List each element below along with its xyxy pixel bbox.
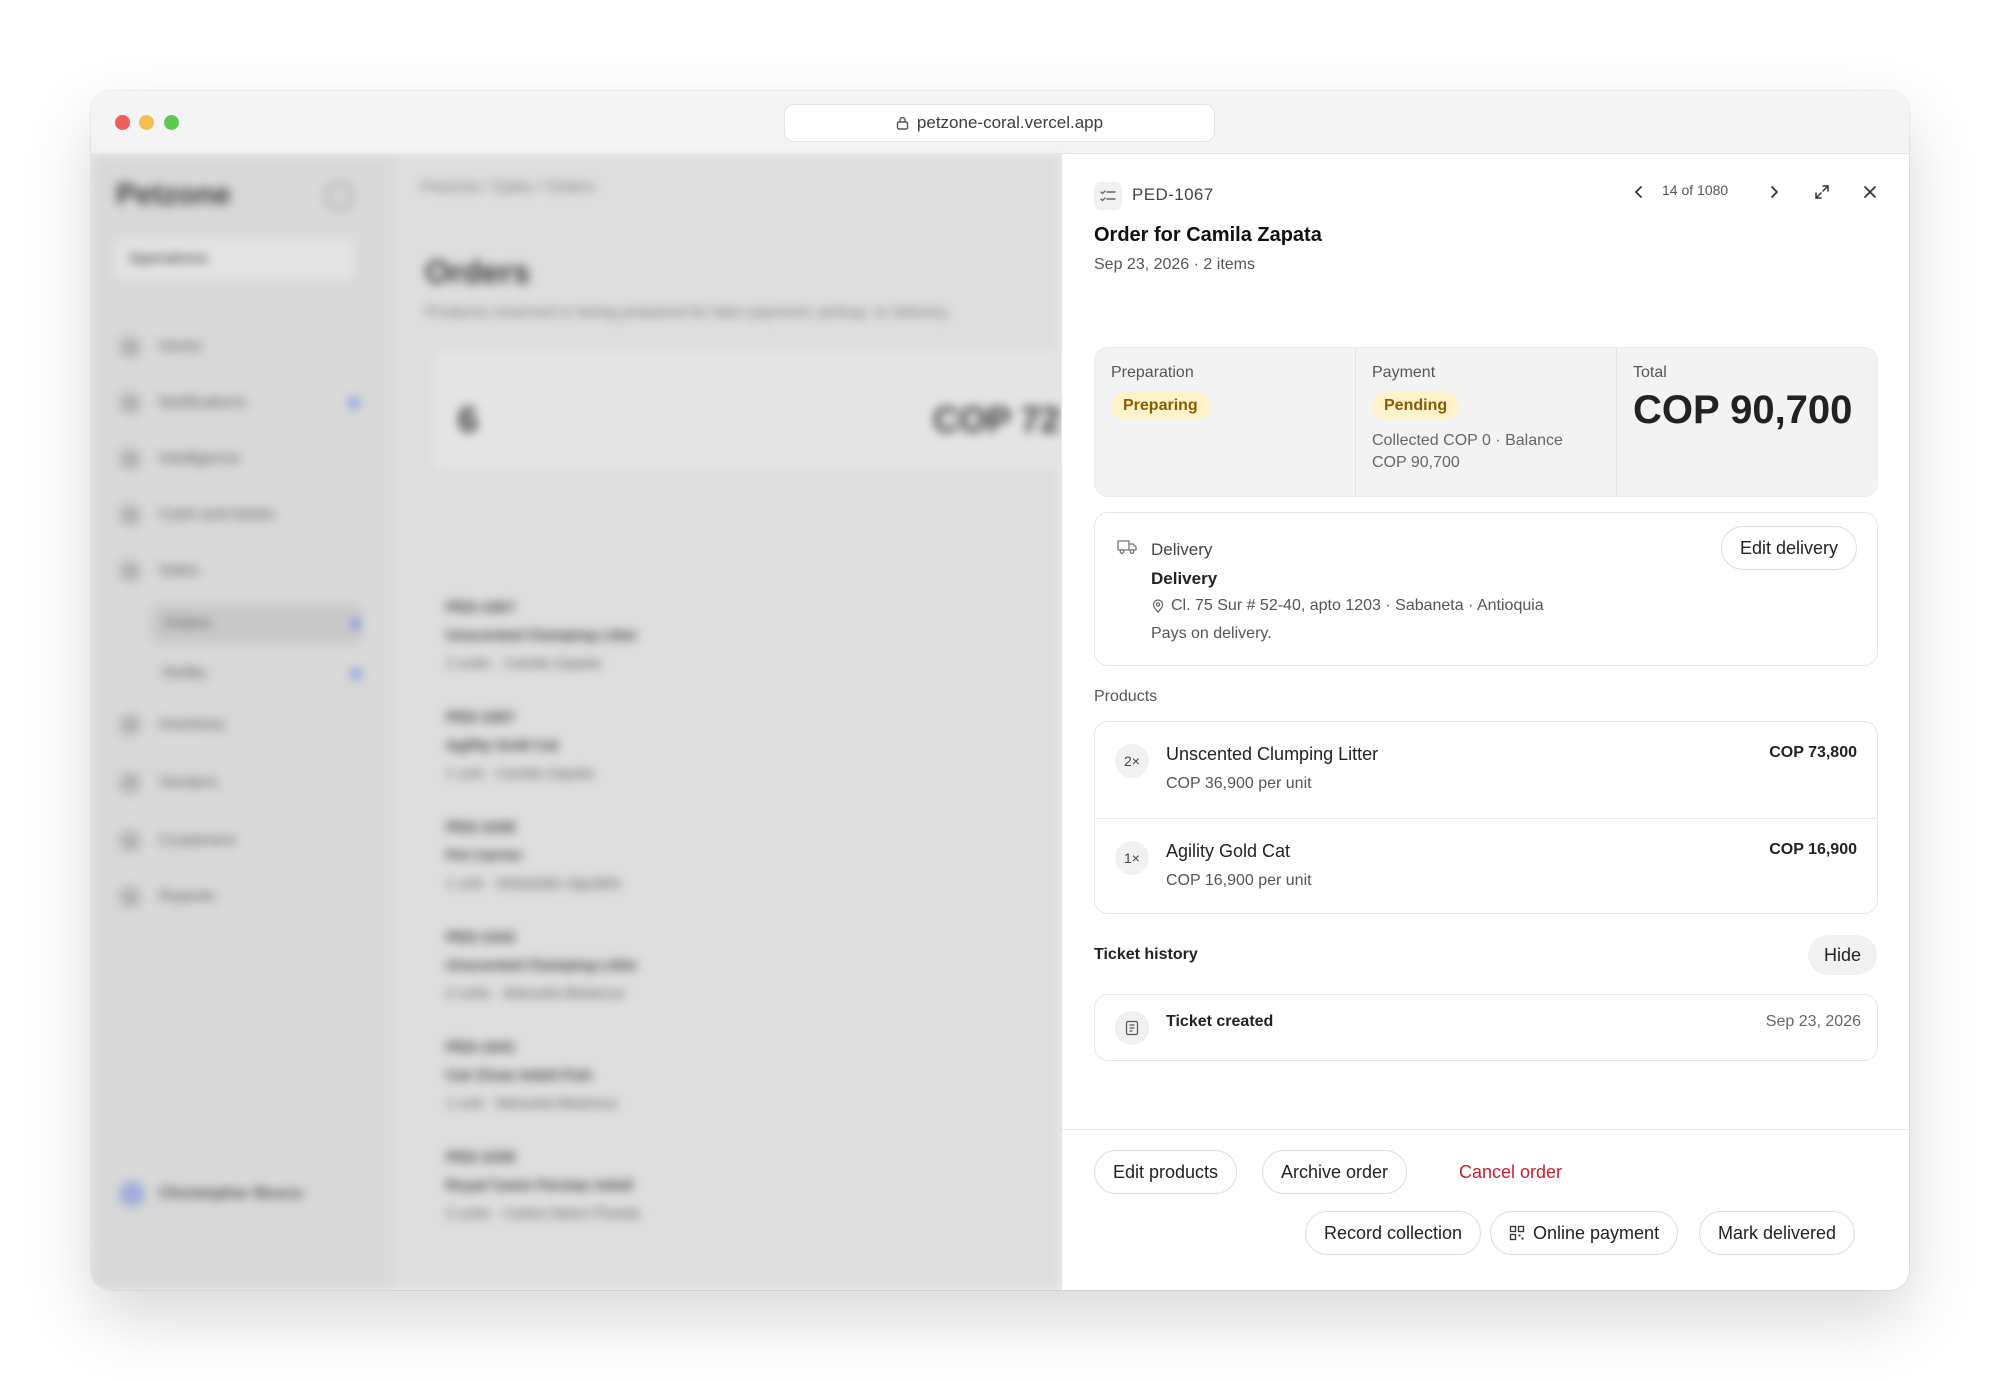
- order-detail-drawer: PED-1067 14 of 1080 Order for Camila Zap…: [1061, 154, 1909, 1290]
- record-collection-button[interactable]: Record collection: [1305, 1211, 1482, 1255]
- delivery-type: Delivery: [1151, 569, 1218, 588]
- order-summary: Preparation Preparing Payment Pending Co…: [1094, 347, 1878, 497]
- history-event: Ticket created: [1166, 1013, 1274, 1030]
- next-order-button[interactable]: [1759, 177, 1789, 207]
- delivery-address-row: Cl. 75 Sur # 52-40, apto 1203 · Sabaneta…: [1151, 597, 1544, 615]
- receipt-icon: [1115, 1011, 1149, 1045]
- total-value: COP 90,700: [1633, 388, 1853, 432]
- product-name: Agility Gold Cat: [1166, 841, 1291, 861]
- list-item: 2× Unscented Clumping Litter COP 36,900 …: [1095, 722, 1877, 818]
- product-name: Unscented Clumping Litter: [1166, 744, 1379, 764]
- online-payment-label: Online payment: [1533, 1222, 1660, 1243]
- online-payment-button[interactable]: Online payment: [1490, 1211, 1679, 1255]
- collected-balance: Collected COP 0 · Balance COP 90,700: [1372, 432, 1563, 471]
- location-pin-icon: [1152, 599, 1164, 613]
- payment-status-badge: Pending: [1372, 392, 1460, 420]
- hide-history-button[interactable]: Hide: [1807, 935, 1877, 975]
- modal-backdrop[interactable]: [91, 154, 1061, 1290]
- address-bar[interactable]: petzone-coral.vercel.app: [784, 104, 1215, 142]
- products-list: 2× Unscented Clumping Litter COP 36,900 …: [1094, 721, 1878, 914]
- edit-delivery-button[interactable]: Edit delivery: [1720, 526, 1857, 570]
- order-subtitle: Sep 23, 2026 · 2 items: [1094, 256, 1255, 273]
- close-drawer-button[interactable]: [1855, 177, 1885, 207]
- truck-icon: [1117, 540, 1137, 554]
- product-line-total: COP 16,900: [1769, 841, 1857, 858]
- mark-delivered-button[interactable]: Mark delivered: [1699, 1211, 1856, 1255]
- order-id: PED-1067: [1132, 185, 1214, 204]
- maximize-window-button[interactable]: [164, 115, 179, 130]
- close-window-button[interactable]: [115, 115, 130, 130]
- ticket-history-label: Ticket history: [1094, 946, 1198, 963]
- product-line-total: COP 73,800: [1769, 744, 1857, 761]
- history-list: Ticket created Sep 23, 2026: [1094, 994, 1878, 1061]
- quantity-badge: 1×: [1115, 841, 1149, 875]
- products-section-label: Products: [1094, 688, 1158, 705]
- preparation-label: Preparation: [1111, 364, 1194, 381]
- preparation-status-badge: Preparing: [1111, 392, 1210, 420]
- close-icon: [1864, 186, 1876, 198]
- cancel-order-button[interactable]: Cancel order: [1447, 1150, 1574, 1194]
- product-unit-price: COP 36,900 per unit: [1166, 775, 1312, 792]
- quantity-badge: 2×: [1115, 744, 1149, 778]
- delivery-card: Delivery Delivery Cl. 75 Sur # 52-40, ap…: [1094, 512, 1878, 666]
- browser-titlebar: petzone-coral.vercel.app: [91, 91, 1909, 154]
- drawer-footer: Edit products Archive order Cancel order…: [1062, 1129, 1909, 1290]
- previous-order-button[interactable]: [1624, 177, 1654, 207]
- url-text: petzone-coral.vercel.app: [916, 113, 1104, 132]
- chevron-left-icon: [1635, 186, 1642, 198]
- minimize-window-button[interactable]: [139, 115, 154, 130]
- expand-button[interactable]: [1807, 177, 1837, 207]
- total-label: Total: [1633, 364, 1667, 381]
- preparation-cell: Preparation Preparing: [1095, 348, 1356, 496]
- delivery-section-label: Delivery: [1151, 540, 1213, 559]
- delivery-address: Cl. 75 Sur # 52-40, apto 1203 · Sabaneta…: [1171, 597, 1544, 614]
- lock-icon: [896, 116, 909, 130]
- order-title: Order for Camila Zapata: [1094, 224, 1322, 246]
- chevron-right-icon: [1771, 186, 1778, 198]
- total-cell: Total COP 90,700: [1617, 348, 1877, 496]
- list-item: 1× Agility Gold Cat COP 16,900 per unit …: [1095, 818, 1877, 914]
- browser-window: petzone-coral.vercel.app Petzone Operati…: [91, 91, 1909, 1290]
- expand-icon: [1815, 185, 1829, 199]
- order-counter: 14 of 1080: [1662, 182, 1729, 198]
- edit-products-button[interactable]: Edit products: [1094, 1150, 1238, 1194]
- history-date: Sep 23, 2026: [1765, 1013, 1861, 1030]
- order-list-icon: [1094, 182, 1122, 210]
- product-unit-price: COP 16,900 per unit: [1166, 872, 1312, 889]
- payment-cell: Payment Pending Collected COP 0 · Balanc…: [1356, 348, 1617, 496]
- delivery-payment-note: Pays on delivery.: [1151, 625, 1272, 642]
- archive-order-button[interactable]: Archive order: [1262, 1150, 1408, 1194]
- qr-code-icon: [1509, 1225, 1525, 1241]
- payment-label: Payment: [1372, 364, 1436, 381]
